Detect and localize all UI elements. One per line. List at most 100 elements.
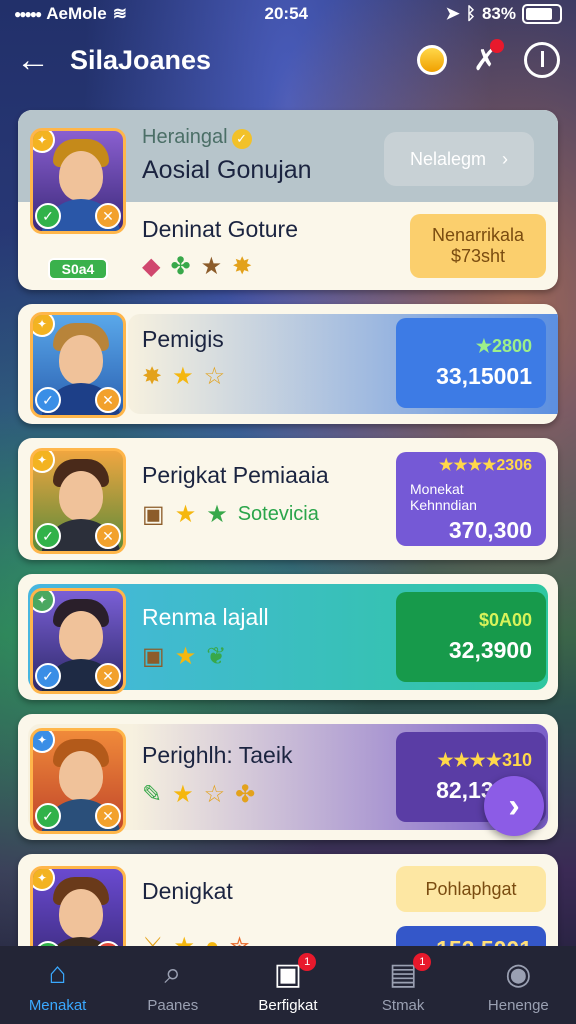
star-icon: ★ [172, 363, 194, 390]
attribute-icons: ◆ ✤ ★ ✸ [142, 252, 252, 281]
player-name: Perigkat Pemiaaia [142, 462, 329, 488]
ticket-icon: ▤ 1 [389, 952, 432, 991]
player-name: Deninat Goture [142, 216, 298, 242]
value-panel: ★★★★2306 Monekat Kehnndian 370,300 [396, 452, 546, 546]
rank-badge-icon: ✦ [33, 315, 55, 337]
nav-home[interactable]: ⌂ Menakat [3, 957, 113, 1014]
nav-profile[interactable]: ◉ Henenge [463, 957, 573, 1014]
player-name: Renma lajall [142, 604, 269, 630]
extra-label: Sotevicia [237, 503, 319, 525]
leaf-icon: ❦ [206, 643, 227, 670]
check-icon: ✓ [35, 387, 61, 413]
status-bar: ●●●●● AeMole ≋ 20:54 ➤ ᛒ 83% [0, 0, 576, 28]
clipboard-icon: ▣ 1 [274, 952, 317, 991]
pencil-icon: ✎ [142, 781, 163, 808]
player-portrait: ✦ ✓ ✕ [30, 448, 126, 554]
attribute-icons: ▣ ★ ★ Sotevicia [142, 500, 319, 529]
player-portrait: ✦ ✓ ✕ [30, 588, 126, 694]
panel-value: 370,300 [448, 516, 532, 543]
nav-badge: 1 [298, 952, 317, 971]
check-icon: ✓ [35, 523, 61, 549]
green-star-icon: ★ [206, 501, 228, 528]
panel-label: Pohlaphgat [396, 866, 546, 912]
verified-icon: ✓ [231, 129, 252, 149]
panel-rating: $0A00 [478, 610, 532, 630]
value-panel: $0A00 32,3900 [396, 592, 546, 682]
back-arrow-icon[interactable]: ← [16, 41, 60, 80]
player-name: Perighlh: Taeik [142, 742, 293, 768]
swords-icon[interactable]: ✗ [473, 38, 504, 78]
card-heading: Aosial Gonujan [142, 156, 312, 184]
bronze-star-icon: ★ [200, 253, 223, 280]
rank-badge-icon: ✦ [33, 131, 55, 153]
chest-icon: ▣ [142, 501, 165, 528]
panel-rating: ★2800 [475, 336, 532, 356]
player-card[interactable]: ✦ ✓ ✕ Perigkat Pemiaaia ▣ ★ ★ Sotevicia … [18, 438, 558, 560]
star-icon: ★ [172, 781, 194, 808]
player-portrait: ✦ ✓ ✕ [30, 312, 126, 418]
player-tag: S0a4 [48, 258, 108, 280]
nav-badge: 1 [413, 952, 432, 971]
next-page-button[interactable]: › [484, 776, 544, 836]
nav-tickets[interactable]: ▤ 1 Stmak [348, 952, 458, 1014]
player-card[interactable]: ✦ ✓ ✕ S0a4 Heraingal ✓ Aosial Gonujan Nel… [18, 110, 558, 290]
battery-icon [522, 4, 562, 24]
value-panel: Nenarrikala $73sht [410, 214, 546, 278]
player-portrait: ✦ ✓ ✕ [30, 128, 126, 234]
player-card[interactable]: ✦ ✓ ✕ Perighlh: Taeik ✎ ★ ☆ ✤ ★★★★310 82… [18, 714, 558, 840]
player-card[interactable]: ✦ ✓ ✕ Renma lajall ▣ ★ ❦ $0A00 32,3900 [18, 574, 558, 700]
check-icon: ✓ [35, 663, 61, 689]
rank-badge-icon: ✦ [33, 869, 55, 891]
player-name: Pemigis [142, 326, 224, 352]
chest-icon: ▣ [142, 643, 165, 670]
search-icon: ⌕ [164, 956, 182, 990]
wifi-icon: ≋ [112, 4, 127, 23]
coin-icon[interactable] [416, 45, 447, 75]
bluetooth-icon: ᛒ [465, 4, 476, 23]
attribute-icons: ✎ ★ ☆ ✤ [142, 780, 255, 809]
clover-icon: ✤ [170, 253, 191, 280]
panel-caption: Monekat Kehnndian [410, 480, 477, 513]
power-icon[interactable] [524, 42, 560, 78]
panel-rating: ★★★★310 [437, 750, 532, 770]
clover-icon: ✤ [235, 781, 256, 808]
player-portrait: ✦ ✓ ✕ [30, 728, 126, 834]
player-name: Denigkat [142, 878, 233, 904]
location-icon: ➤ [445, 4, 460, 23]
panel-rating: ★★★★2306 [439, 456, 532, 474]
swap-icon: ✕ [95, 523, 121, 549]
nav-tasks[interactable]: ▣ 1 Berfigkat [233, 952, 343, 1014]
swap-icon: ✕ [95, 387, 121, 413]
nav-label: Menakat [28, 996, 87, 1014]
top-app-bar: ← SilaJoanes ✗ [0, 28, 576, 92]
boost-icon: ✸ [232, 253, 253, 280]
rank-badge-icon: ✦ [33, 731, 55, 753]
nav-search[interactable]: ⌕ Paanes [118, 957, 228, 1014]
clock: 20:54 [264, 4, 308, 23]
view-button[interactable]: Nelalegm › [384, 132, 534, 186]
chevron-right-icon: › [508, 786, 520, 825]
value-panel: ★2800 33,15001 [396, 318, 546, 408]
swap-icon: ✕ [95, 663, 121, 689]
player-card[interactable]: ✦ ✓ ✕ Pemigis ✸ ★ ☆ ★2800 33,15001 [18, 304, 558, 424]
check-icon: ✓ [35, 203, 61, 229]
battery-percent: 83% [481, 4, 516, 23]
page-title: SilaJoanes [70, 44, 212, 75]
star-icon: ★ [174, 643, 197, 670]
attribute-icons: ▣ ★ ❦ [142, 642, 226, 671]
gem-icon: ◆ [142, 253, 161, 280]
user-icon: ◉ [505, 957, 532, 991]
bottom-navigation: ⌂ Menakat ⌕ Paanes ▣ 1 Berfigkat ▤ 1 Stmak… [0, 946, 576, 1024]
boost-icon: ✸ [142, 363, 163, 390]
panel-value: $73sht [450, 246, 506, 266]
card-subtitle: Heraingal [142, 126, 228, 148]
signal-icon: ●●●●● [14, 7, 42, 21]
check-icon: ✓ [35, 803, 61, 829]
rank-badge-icon: ✦ [33, 591, 55, 613]
home-icon: ⌂ [48, 956, 67, 990]
panel-value: 33,15001 [436, 363, 532, 389]
nav-label: Berfigkat [258, 996, 318, 1014]
panel-label: Nenarrikala [431, 225, 525, 245]
nav-label: Henenge [487, 996, 549, 1014]
chevron-right-icon: › [502, 148, 509, 169]
